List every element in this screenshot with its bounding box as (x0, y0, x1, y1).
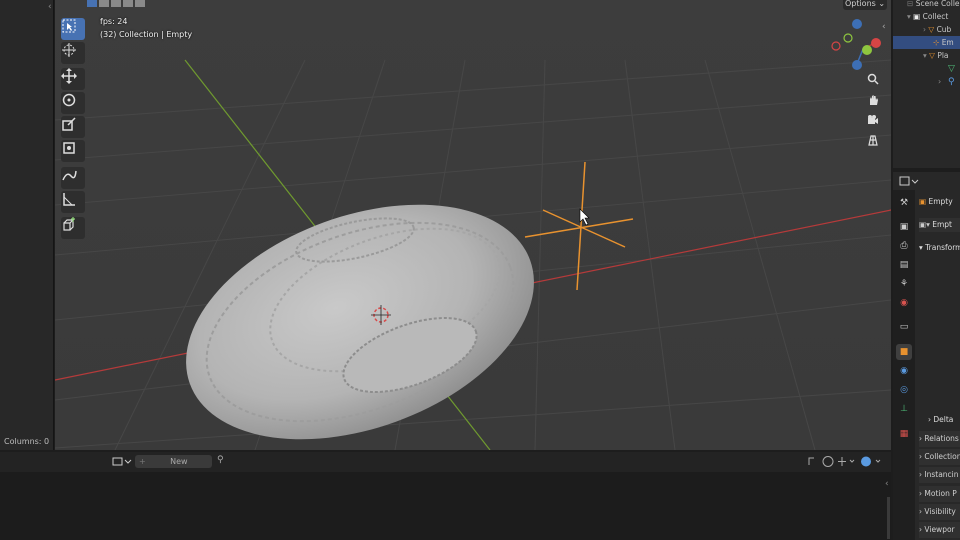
outliner-row-collection[interactable]: ▾ ▣ Collect (893, 10, 960, 23)
columns-count: Columns: 0 (4, 437, 50, 446)
left-panel (0, 0, 54, 450)
object-name-row[interactable]: ▣ Empty (919, 195, 960, 209)
transform-panel-header[interactable]: ▾ Transform (919, 242, 960, 254)
modifier-wrench-icon: ⚲ (948, 77, 955, 87)
object-info: (32) Collection | Empty (100, 30, 193, 39)
outliner-row-scene[interactable]: ⊟ Scene Colle (893, 0, 960, 10)
tab-view-layer[interactable]: ▤ (896, 257, 912, 273)
properties-tabs: ⚒ ▣ ⎙ ▤ ⚘ ◉ ▭ ■ ◉ ◎ ⊥ ▦ (893, 190, 915, 540)
outliner-panel: ⊟ Scene Colle ▾ ▣ Collect › ▽ Cub ⊹ Em ▾… (893, 0, 960, 168)
tab-output[interactable]: ⎙ (896, 238, 912, 254)
scale-tool[interactable] (61, 116, 85, 138)
expand-chevron-icon[interactable]: › (938, 77, 941, 86)
world-icon: ◉ (900, 298, 908, 308)
camera-view-button[interactable] (867, 114, 885, 132)
zoom-button[interactable] (867, 73, 885, 91)
select-mode-group[interactable] (87, 0, 151, 8)
pan-button[interactable] (867, 94, 885, 112)
hand-icon (870, 95, 878, 105)
mesh-data-icon: ▽ (948, 64, 955, 74)
3d-viewport[interactable]: fps: 24 (32) Collection | Empty Options … (55, 0, 891, 450)
move-icon (61, 68, 77, 84)
transform-icon (63, 142, 75, 154)
cursor-tool[interactable] (61, 42, 85, 64)
perspective-toggle-button[interactable] (867, 134, 885, 152)
tool-icon: ⚒ (899, 198, 909, 208)
zoom-icon (867, 73, 879, 85)
select-box-tool[interactable] (61, 18, 85, 40)
render-icon: ▣ (899, 222, 909, 232)
annotate-tool[interactable] (61, 167, 85, 189)
constraints-icon: ◎ (900, 385, 908, 395)
outliner-row-plane[interactable]: ▾ ▽ Pla (893, 49, 960, 62)
tab-scene[interactable]: ⚘ (896, 276, 912, 292)
scale-icon (62, 117, 76, 131)
outliner-row-empty[interactable]: ⊹ Em (893, 36, 960, 49)
tab-constraints[interactable]: ◎ (896, 382, 912, 398)
viewport-scene (55, 0, 891, 450)
scrollbar[interactable] (887, 497, 890, 539)
bottom-header-controls[interactable] (806, 455, 886, 468)
editor-type-dropdown[interactable] (899, 175, 919, 187)
camera-icon (868, 115, 878, 124)
physics-icon: ◉ (900, 366, 908, 376)
panel-motion-paths[interactable]: › Motion P (919, 486, 960, 502)
add-cube-icon (63, 217, 75, 231)
outliner-row-cube[interactable]: › ▽ Cub (893, 23, 960, 36)
tab-render[interactable]: ▣ (896, 219, 912, 235)
object-data-field[interactable]: ▣▾ Empt (919, 218, 960, 232)
panel-visibility[interactable]: › Visibility (919, 504, 960, 520)
options-button[interactable]: Options ⌄ (843, 0, 887, 10)
y-axis-icon[interactable] (862, 45, 872, 55)
collapse-chevron-icon[interactable]: ‹ (882, 22, 890, 32)
annotate-icon (62, 170, 77, 181)
view-layer-icon: ▤ (899, 260, 909, 270)
x-axis-icon[interactable] (871, 38, 881, 48)
add-cube-tool[interactable] (61, 217, 85, 239)
pin-icon[interactable]: ⚲ (217, 455, 229, 468)
z-neg-axis-icon[interactable] (852, 19, 862, 29)
delta-transform-header[interactable]: › Delta (928, 414, 960, 426)
z-axis-icon[interactable] (852, 60, 862, 70)
tab-tool[interactable]: ⚒ (896, 195, 912, 211)
texture-icon: ▦ (899, 429, 909, 439)
left-status: Columns: 0 (0, 434, 53, 450)
select-box-icon (62, 19, 76, 33)
output-icon: ⎙ (900, 241, 908, 251)
bottom-editor-area (0, 472, 891, 540)
navigation-gizmo[interactable] (828, 16, 888, 74)
panel-collections[interactable]: › Collection (919, 449, 960, 465)
tab-world[interactable]: ◉ (896, 295, 912, 311)
editor-type-dropdown[interactable] (112, 455, 132, 468)
transform-tool[interactable] (61, 140, 85, 162)
object-icon: ■ (899, 347, 909, 357)
tab-physics[interactable]: ◉ (896, 363, 912, 379)
panel-instancing[interactable]: › Instancin (919, 467, 960, 483)
fps-label: fps: 24 (100, 17, 128, 26)
tab-object[interactable]: ■ (896, 344, 912, 360)
rotate-tool[interactable] (61, 92, 85, 114)
new-datablock-button[interactable]: + New (135, 455, 212, 468)
collapse-chevron-icon[interactable]: ‹ (48, 2, 54, 12)
cursor-icon (62, 43, 76, 57)
tab-texture[interactable]: ▦ (896, 426, 912, 442)
measure-tool[interactable] (61, 191, 85, 213)
tab-collection[interactable]: ▭ (896, 319, 912, 335)
panel-viewport-display[interactable]: › Viewpor (919, 522, 960, 538)
bottom-editor-header (0, 452, 891, 472)
measure-icon (63, 193, 75, 206)
grid-icon (868, 135, 878, 146)
move-tool[interactable] (61, 68, 85, 90)
scene-icon: ⚘ (899, 279, 909, 289)
rotate-icon (62, 93, 76, 107)
panel-relations[interactable]: › Relations (919, 431, 960, 447)
tab-object-data[interactable]: ⊥ (896, 401, 912, 417)
collapse-chevron-icon[interactable]: ‹ (885, 479, 891, 489)
axes-icon: ⊥ (900, 404, 908, 414)
collection-icon: ▭ (899, 322, 909, 332)
